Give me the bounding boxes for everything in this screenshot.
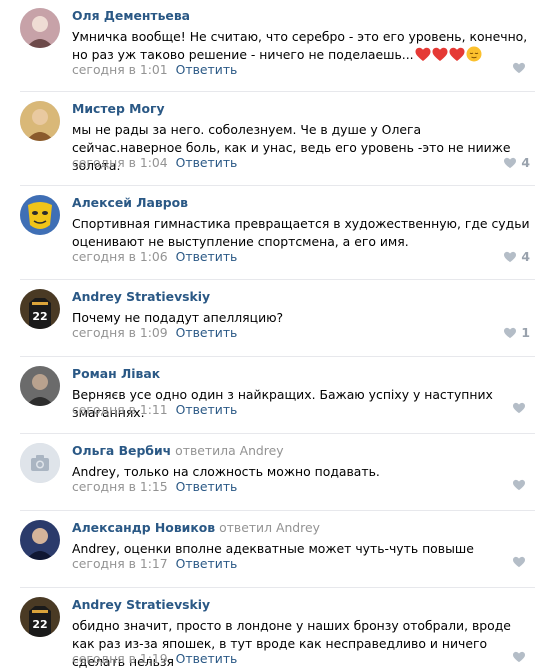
heart-icon <box>512 479 526 491</box>
reply-to-text[interactable]: ответил Andrey <box>219 520 320 535</box>
reply-button[interactable]: Ответить <box>176 62 238 77</box>
comment-header: Andrey Stratievskiy <box>72 289 210 305</box>
comment-meta: сегодня в 1:19 Ответить <box>72 651 237 667</box>
user-photo-icon <box>20 520 60 560</box>
comment-meta: сегодня в 1:17 Ответить <box>72 556 237 572</box>
comment-header: Ольга Вербич ответила Andrey <box>72 443 284 459</box>
like-button[interactable]: 4 <box>503 249 530 265</box>
reply-button[interactable]: Ответить <box>176 325 238 340</box>
comment-header: Andrey Stratievskiy <box>72 597 210 613</box>
comment-date[interactable]: сегодня в 1:04 <box>72 155 168 170</box>
like-button[interactable] <box>512 62 530 74</box>
comment-date[interactable]: сегодня в 1:09 <box>72 325 168 340</box>
heart-icon <box>503 157 517 169</box>
comment-meta: сегодня в 1:09 Ответить <box>72 325 237 341</box>
author-name[interactable]: Ольга Вербич <box>72 443 171 458</box>
svg-text:22: 22 <box>32 310 47 323</box>
reply-button[interactable]: Ответить <box>176 556 238 571</box>
relieved-face-emoji <box>466 46 482 62</box>
comment-text-content: Спортивная гимнастика превращается в худ… <box>72 216 530 249</box>
author-name[interactable]: Andrey Stratievskiy <box>72 289 210 304</box>
like-count: 4 <box>521 155 530 170</box>
comment-text: Умничка вообще! Не считаю, что серебро -… <box>72 28 530 64</box>
author-name[interactable]: Оля Дементьева <box>72 8 190 23</box>
comment-meta: сегодня в 1:06 Ответить <box>72 249 237 265</box>
divider <box>20 185 535 186</box>
avatar[interactable]: 22 <box>20 289 60 329</box>
user-photo-icon <box>20 366 60 406</box>
comment-date[interactable]: сегодня в 1:11 <box>72 402 168 417</box>
heart-icon <box>503 251 517 263</box>
heart-icon <box>512 556 526 568</box>
heart-emoji <box>432 47 448 62</box>
reply-button[interactable]: Ответить <box>176 155 238 170</box>
reply-button[interactable]: Ответить <box>176 249 238 264</box>
camera-icon <box>20 443 60 483</box>
heart-icon <box>503 327 517 339</box>
avatar[interactable] <box>20 101 60 141</box>
author-name[interactable]: Алексей Лавров <box>72 195 188 210</box>
avatar[interactable] <box>20 195 60 235</box>
avatar[interactable] <box>20 443 60 483</box>
comment-header: Алексей Лавров <box>72 195 188 211</box>
svg-text:22: 22 <box>32 618 47 631</box>
divider <box>20 91 535 92</box>
comment-text-content: Andrey, только на сложность можно подава… <box>72 464 380 479</box>
comment-meta: сегодня в 1:11 Ответить <box>72 402 237 418</box>
divider <box>20 433 535 434</box>
comments-list: Оля Дементьева Умничка вообще! Не считаю… <box>0 0 550 671</box>
reply-button[interactable]: Ответить <box>176 479 238 494</box>
heart-icon <box>512 62 526 74</box>
comment-date[interactable]: сегодня в 1:06 <box>72 249 168 264</box>
mask-icon <box>20 195 60 235</box>
comment-meta: сегодня в 1:04 Ответить <box>72 155 237 171</box>
comment-date[interactable]: сегодня в 1:17 <box>72 556 168 571</box>
comment-header: Александр Новиков ответил Andrey <box>72 520 320 536</box>
user-photo-icon <box>20 101 60 141</box>
avatar[interactable] <box>20 366 60 406</box>
divider <box>20 356 535 357</box>
like-button[interactable] <box>512 402 530 414</box>
avatar[interactable] <box>20 520 60 560</box>
reply-to-text[interactable]: ответила Andrey <box>175 443 283 458</box>
author-name[interactable]: Александр Новиков <box>72 520 215 535</box>
jersey-22-icon: 22 <box>20 289 60 329</box>
jersey-22-icon: 22 <box>20 597 60 637</box>
like-button[interactable]: 4 <box>503 155 530 171</box>
comment-date[interactable]: сегодня в 1:19 <box>72 651 168 666</box>
like-count: 4 <box>521 249 530 264</box>
reply-button[interactable]: Ответить <box>176 402 238 417</box>
like-button[interactable] <box>512 479 530 491</box>
comment-date[interactable]: сегодня в 1:01 <box>72 62 168 77</box>
avatar[interactable] <box>20 8 60 48</box>
comment-header: Роман Лівак <box>72 366 160 382</box>
user-photo-icon <box>20 8 60 48</box>
comment-text-content: Почему не подадут апелляцию? <box>72 310 284 325</box>
heart-emoji <box>449 47 465 62</box>
comment-header: Оля Дементьева <box>72 8 190 24</box>
comment-meta: сегодня в 1:01 Ответить <box>72 62 237 78</box>
like-count: 1 <box>521 325 530 340</box>
comment-date[interactable]: сегодня в 1:15 <box>72 479 168 494</box>
comment-meta: сегодня в 1:15 Ответить <box>72 479 237 495</box>
comment-text: Спортивная гимнастика превращается в худ… <box>72 215 530 251</box>
like-button[interactable]: 1 <box>503 325 530 341</box>
heart-icon <box>512 651 526 663</box>
reply-button[interactable]: Ответить <box>176 651 238 666</box>
avatar[interactable]: 22 <box>20 597 60 637</box>
like-button[interactable] <box>512 556 530 568</box>
heart-icon <box>512 402 526 414</box>
author-name[interactable]: Andrey Stratievskiy <box>72 597 210 612</box>
comment-header: Мистер Могу <box>72 101 165 117</box>
author-name[interactable]: Мистер Могу <box>72 101 165 116</box>
author-name[interactable]: Роман Лівак <box>72 366 160 381</box>
comment-text-content: Andrey, оценки вполне адекватные может ч… <box>72 541 474 556</box>
divider <box>20 510 535 511</box>
divider <box>20 587 535 588</box>
like-button[interactable] <box>512 651 530 663</box>
heart-emoji <box>415 47 431 62</box>
divider <box>20 279 535 280</box>
